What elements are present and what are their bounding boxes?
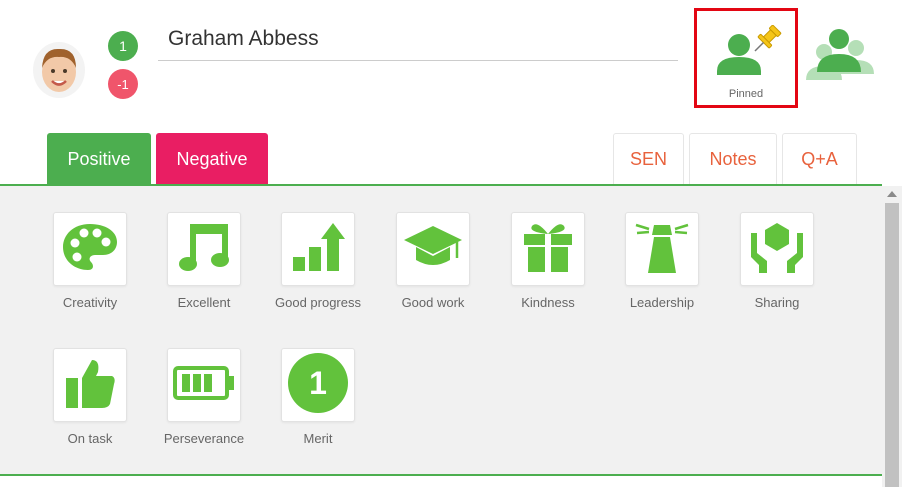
music-note-icon: [176, 220, 232, 279]
negative-points-badge: -1: [108, 69, 138, 99]
behaviour-label: Good progress: [275, 295, 361, 310]
behaviour-label: Creativity: [62, 295, 118, 310]
behaviour-label: Perseverance: [163, 431, 245, 446]
behaviour-grid: Creativity Excellent Good progress Good …: [0, 186, 882, 474]
behaviour-label: Excellent: [177, 295, 231, 310]
behaviour-tile-merit[interactable]: 1: [281, 348, 355, 422]
name-divider: [158, 60, 678, 61]
pinned-toggle-button[interactable]: Pinned: [694, 8, 798, 108]
pinned-label: Pinned: [728, 88, 764, 100]
merit-icon-text: 1: [309, 365, 327, 401]
tab-sen[interactable]: SEN: [613, 133, 684, 185]
behaviour-tile-on-task[interactable]: [53, 348, 127, 422]
behaviour-item-creativity[interactable]: Creativity: [40, 212, 140, 312]
behaviour-tile-good-progress[interactable]: [281, 212, 355, 286]
merit-one-icon: 1: [287, 352, 349, 419]
behaviour-label: Merit: [303, 431, 333, 446]
battery-icon: [172, 365, 236, 406]
behaviour-item-on-task[interactable]: On task: [40, 348, 140, 448]
student-header: 1 -1 Graham Abbess Pinned: [0, 0, 902, 130]
behaviour-item-merit[interactable]: 1 Merit: [268, 348, 368, 448]
behaviour-item-perseverance[interactable]: Perseverance: [154, 348, 254, 448]
tab-qa[interactable]: Q+A: [782, 133, 857, 185]
scroll-up-arrow-icon[interactable]: [887, 191, 897, 197]
behaviour-item-good-progress[interactable]: Good progress: [268, 212, 368, 312]
graduation-cap-icon: [402, 222, 464, 277]
behaviour-tile-excellent[interactable]: [167, 212, 241, 286]
behaviour-label: Good work: [401, 295, 465, 310]
hands-cube-icon: [749, 219, 805, 280]
behaviour-tile-kindness[interactable]: [511, 212, 585, 286]
thumbs-up-icon: [62, 356, 118, 415]
behaviour-tile-sharing[interactable]: [740, 212, 814, 286]
progress-chart-icon: [289, 221, 347, 278]
tab-negative[interactable]: Negative: [156, 133, 268, 185]
student-name: Graham Abbess: [168, 27, 319, 50]
behaviour-label: Leadership: [629, 295, 695, 310]
behaviour-label: On task: [67, 431, 113, 446]
pinned-student-icon: [715, 24, 787, 88]
group-icon[interactable]: [800, 26, 876, 87]
gift-icon: [521, 220, 575, 279]
tab-positive[interactable]: Positive: [47, 133, 151, 185]
behaviour-label: Kindness: [521, 295, 575, 310]
behaviour-tile-leadership[interactable]: [625, 212, 699, 286]
palette-icon: [61, 221, 119, 278]
behaviour-label: Sharing: [754, 295, 800, 310]
student-avatar: [33, 42, 85, 98]
lighthouse-icon: [634, 219, 690, 280]
behaviour-tile-creativity[interactable]: [53, 212, 127, 286]
behaviour-item-good-work[interactable]: Good work: [383, 212, 483, 312]
behaviour-item-sharing[interactable]: Sharing: [727, 212, 827, 312]
scroll-thumb[interactable]: [885, 203, 899, 487]
positive-points-badge: 1: [108, 31, 138, 61]
behaviour-item-excellent[interactable]: Excellent: [154, 212, 254, 312]
panel-bottom-border: [0, 474, 882, 476]
behaviour-item-leadership[interactable]: Leadership: [612, 212, 712, 312]
tab-notes[interactable]: Notes: [689, 133, 777, 185]
behaviour-tile-perseverance[interactable]: [167, 348, 241, 422]
behaviour-item-kindness[interactable]: Kindness: [498, 212, 598, 312]
behaviour-tile-good-work[interactable]: [396, 212, 470, 286]
behaviour-tabs: Positive Negative SEN Notes Q+A: [0, 133, 902, 185]
vertical-scrollbar[interactable]: [882, 186, 902, 487]
